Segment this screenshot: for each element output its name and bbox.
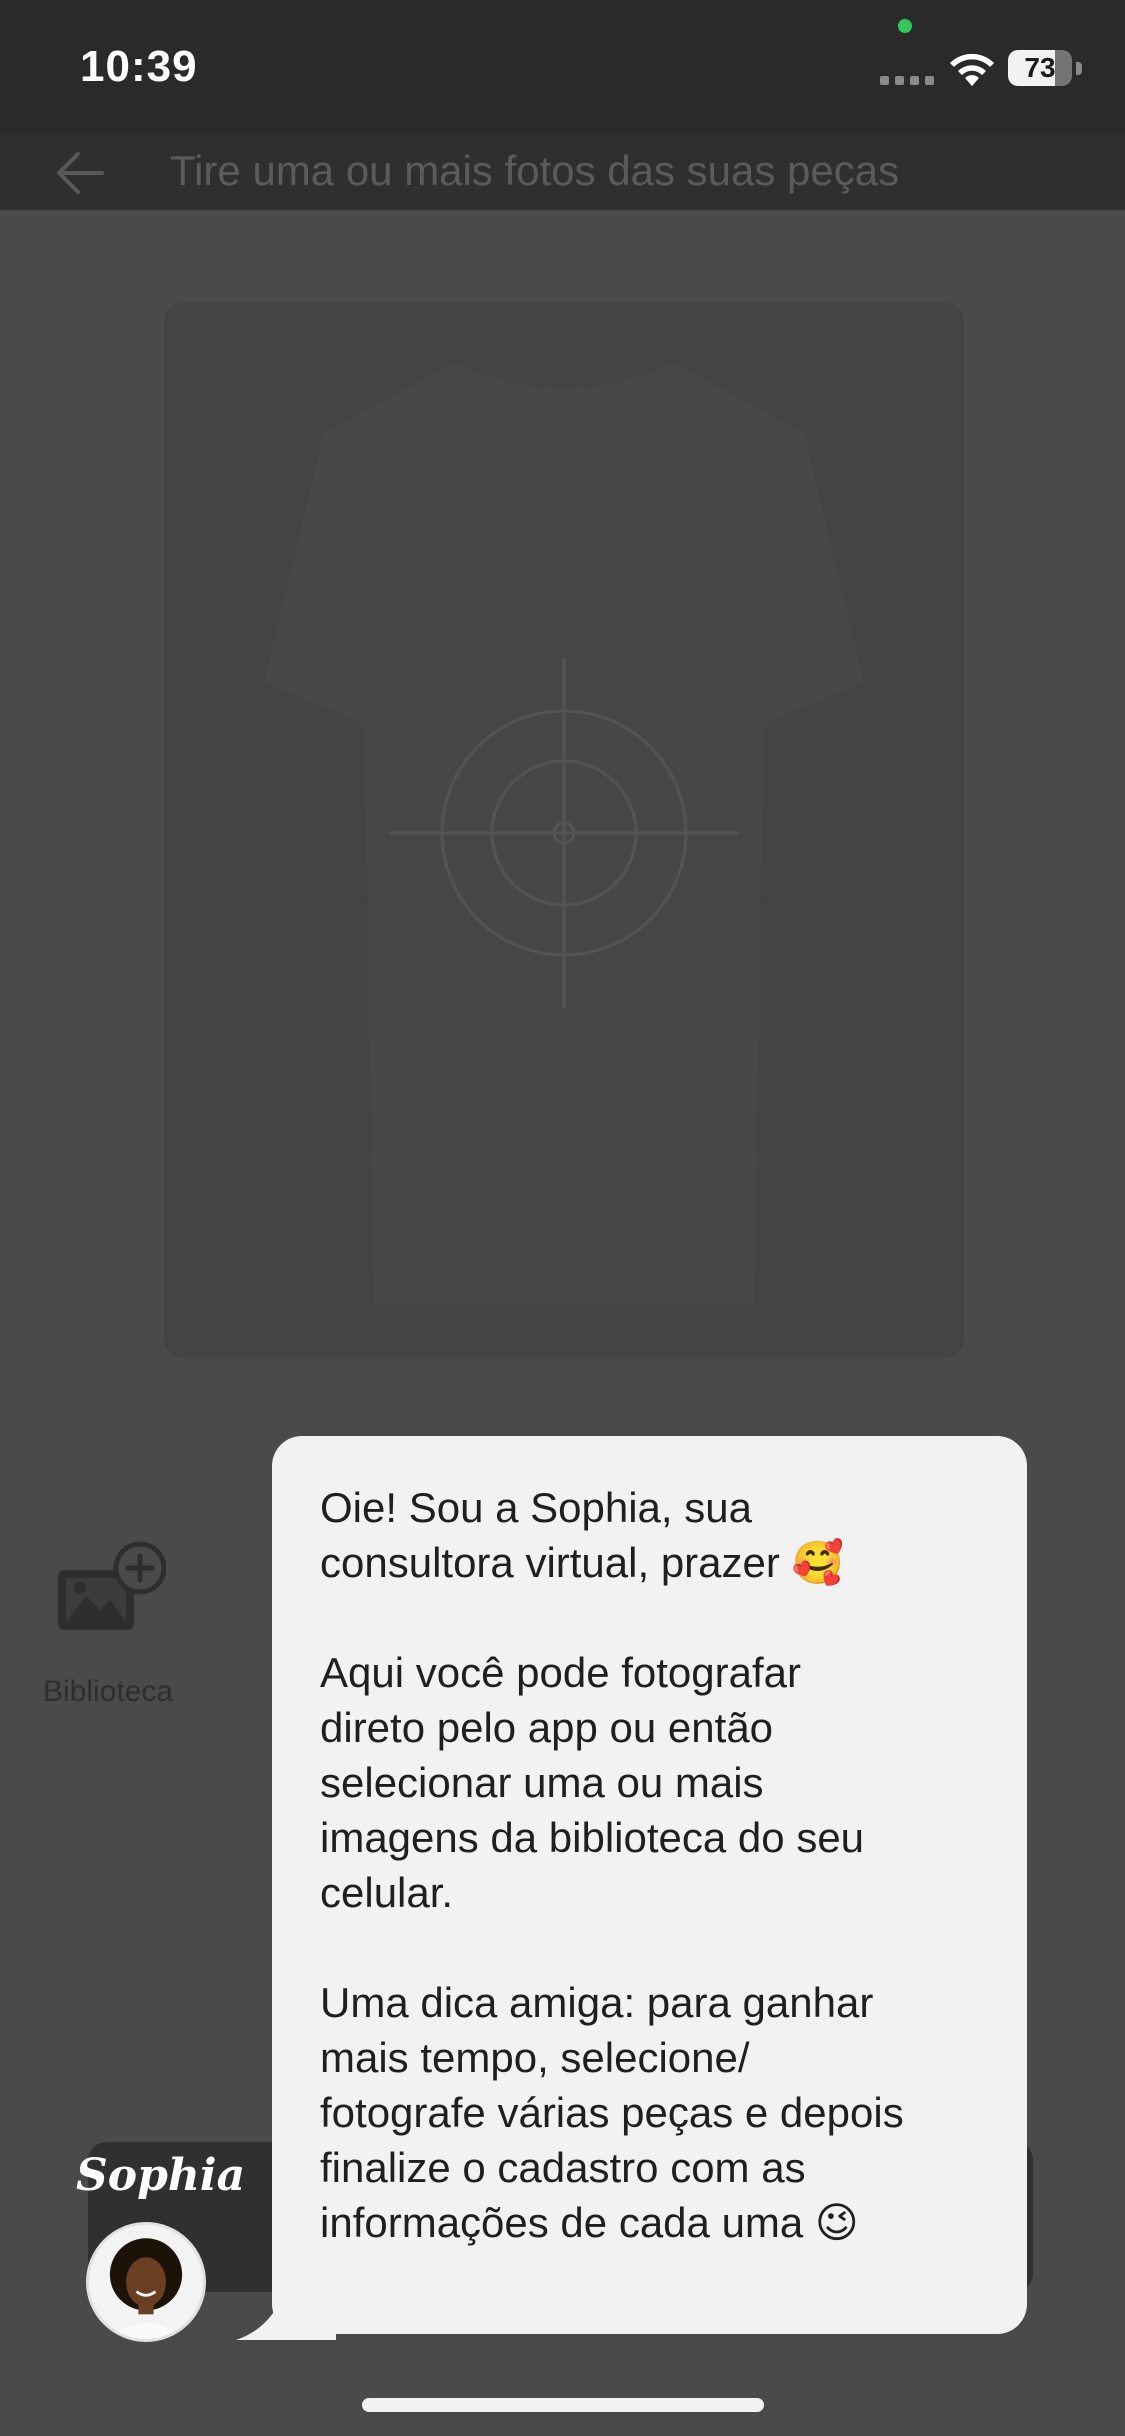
camera-preview[interactable] <box>164 303 964 1358</box>
cellular-signal-icon <box>880 76 934 85</box>
camera-in-use-indicator <box>898 19 912 33</box>
battery-indicator: 73 <box>1008 50 1084 88</box>
assistant-portrait <box>108 2238 184 2339</box>
home-indicator[interactable] <box>362 2398 764 2412</box>
assistant-name: Sophia <box>76 2150 246 2201</box>
battery-icon: 73 <box>1008 50 1072 86</box>
battery-percentage: 73 <box>1024 52 1056 83</box>
wifi-icon <box>950 53 994 86</box>
page-title: Tire uma ou mais fotos das suas peças <box>170 147 900 194</box>
assistant-message: Oie! Sou a Sophia, sua consultora virtua… <box>320 1484 904 2246</box>
library-button[interactable]: Biblioteca <box>28 1540 188 1720</box>
back-arrow-icon[interactable] <box>52 145 108 201</box>
add-photo-icon <box>58 1541 166 1630</box>
screen-header: Tire uma ou mais fotos das suas peças <box>0 135 1125 210</box>
assistant-avatar[interactable] <box>86 2222 206 2342</box>
assistant-message-bubble: Oie! Sou a Sophia, sua consultora virtua… <box>272 1436 1027 2334</box>
battery-nub <box>1076 62 1082 75</box>
status-bar: 10:39 73 <box>0 0 1125 135</box>
library-label: Biblioteca <box>42 1675 174 1708</box>
focus-reticle-icon <box>389 658 739 1008</box>
status-time: 10:39 <box>80 42 198 91</box>
